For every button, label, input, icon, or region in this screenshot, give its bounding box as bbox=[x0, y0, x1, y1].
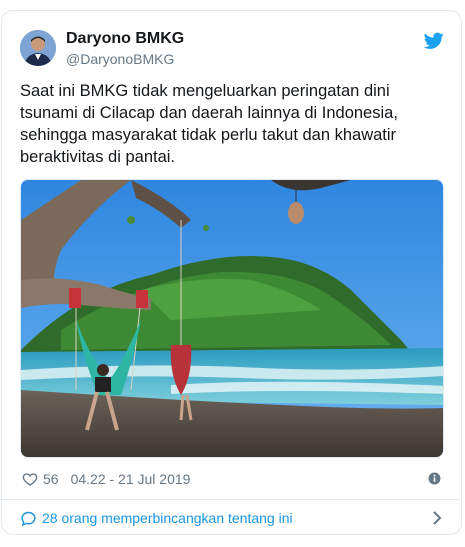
info-icon[interactable] bbox=[428, 472, 441, 485]
beach-photo-icon bbox=[21, 180, 443, 457]
twitter-bird-icon[interactable] bbox=[424, 32, 444, 50]
profile-photo-icon bbox=[20, 30, 56, 66]
discussion-label: 28 orang memperbincangkan tentang ini bbox=[42, 510, 293, 526]
tweet-meta: 56 04.22 - 21 Jul 2019 bbox=[22, 469, 190, 489]
tweet-text: Saat ini BMKG tidak mengeluarkan peringa… bbox=[20, 82, 398, 166]
author-name[interactable]: Daryono BMKG bbox=[66, 30, 184, 48]
chevron-right-icon bbox=[433, 511, 442, 525]
heart-icon[interactable] bbox=[22, 471, 38, 487]
tweet-media[interactable] bbox=[20, 179, 444, 458]
discussion-link[interactable]: 28 orang memperbincangkan tentang ini bbox=[20, 508, 446, 528]
author-handle[interactable]: @DaryonoBMKG bbox=[66, 51, 174, 67]
tweet-timestamp[interactable]: 04.22 - 21 Jul 2019 bbox=[71, 471, 191, 487]
comment-bubble-icon bbox=[21, 511, 36, 526]
avatar[interactable] bbox=[20, 30, 56, 66]
divider bbox=[0, 499, 459, 500]
like-count[interactable]: 56 bbox=[43, 471, 59, 487]
